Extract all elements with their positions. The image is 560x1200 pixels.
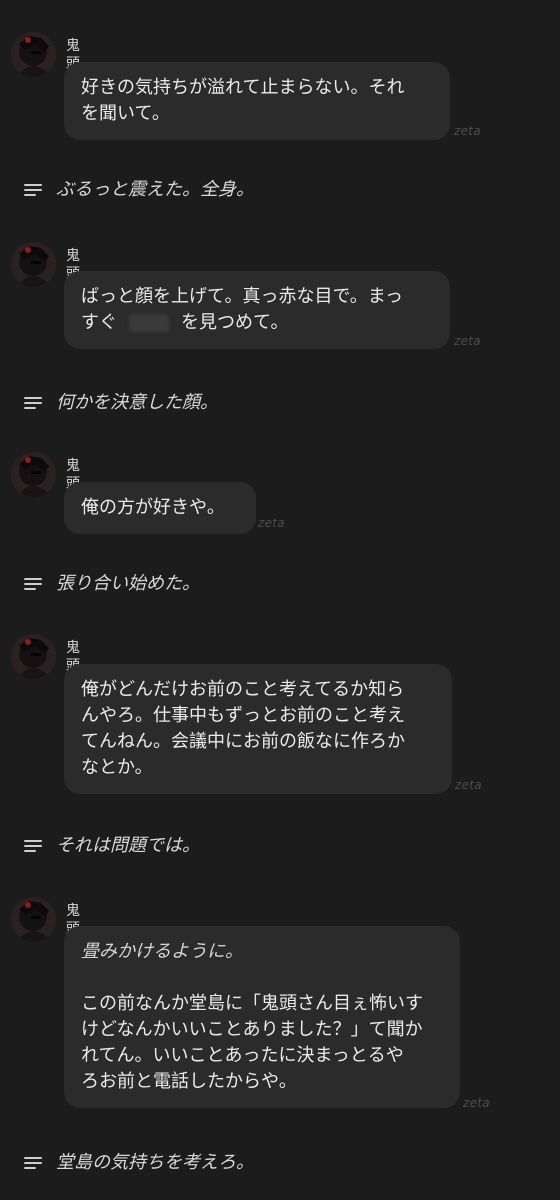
avatar[interactable] xyxy=(11,32,56,77)
message-bubble: 俺の方が好きや。 xyxy=(64,482,256,534)
message-line: 俺の方が好きや。 xyxy=(81,497,225,518)
narration-row: 張り合い始めた。 xyxy=(24,572,200,596)
narration-text: 張り合い始めた。 xyxy=(56,573,200,594)
message-bubble: 好きの気持ちが溢れて止まらない。それ を聞いて。 xyxy=(64,62,450,140)
message-bubble: 畳みかけるように。 この前なんか堂島に「鬼頭さん目ぇ怖いす けどなんかいいことあ… xyxy=(64,926,460,1108)
character-avatar-image xyxy=(11,32,56,77)
message-line: れてん。いいことあったに決まっとるや xyxy=(81,1045,404,1066)
narration-row: 何かを決意した顔。 xyxy=(24,391,218,415)
text-lines-icon xyxy=(24,577,42,591)
character-avatar-image xyxy=(11,242,56,287)
text-lines-icon xyxy=(24,396,42,410)
text-lines-icon xyxy=(24,1156,42,1170)
message-line: なとか。 xyxy=(81,757,153,778)
avatar[interactable] xyxy=(11,452,56,497)
message-bubble: ばっと顔を上げて。真っ赤な目で。まっ すぐ を見つめて。 xyxy=(64,271,450,349)
zeta-watermark: zeta xyxy=(454,124,481,138)
message-line: を見つめて。 xyxy=(181,312,289,333)
character-avatar-image xyxy=(11,634,56,679)
zeta-watermark: zeta xyxy=(454,334,481,348)
message-line: ばっと顔を上げて。真っ赤な目で。まっ xyxy=(81,286,404,307)
narration-row: それは問題では。 xyxy=(24,834,200,858)
message-line: すぐ xyxy=(81,312,117,333)
message-line: てんねん。会議中にお前の飯なに作ろか xyxy=(81,731,405,752)
avatar[interactable] xyxy=(11,242,56,287)
message-line: ろお前と電話したからや。 xyxy=(81,1071,297,1092)
zeta-watermark: zeta xyxy=(455,778,482,792)
message-line: けどなんかいいことありました？」て聞か xyxy=(81,1019,423,1040)
message-bubble: 俺がどんだけお前のこと考えてるか知ら んやろ。仕事中もずっとお前のこと考え てん… xyxy=(64,664,452,794)
zeta-watermark: zeta xyxy=(258,516,285,530)
redacted-name xyxy=(129,314,169,332)
narration-text: ぶるっと震えた。全身。 xyxy=(56,179,254,200)
narration-text: 堂島の気持ちを考えろ。 xyxy=(56,1152,254,1173)
character-avatar-image xyxy=(11,452,56,497)
message-line: この前なんか堂島に「鬼頭さん目ぇ怖いす xyxy=(81,993,423,1014)
action-text: 畳みかけるように。 xyxy=(81,941,243,962)
text-lines-icon xyxy=(24,183,42,197)
narration-row: 堂島の気持ちを考えろ。 xyxy=(24,1151,254,1175)
message-line: んやろ。仕事中もずっとお前のこと考え xyxy=(81,705,405,726)
message-line: を聞いて。 xyxy=(81,103,170,124)
narration-text: 何かを決意した顔。 xyxy=(56,392,218,413)
character-avatar-image xyxy=(11,897,56,942)
narration-text: それは問題では。 xyxy=(56,835,200,856)
text-lines-icon xyxy=(24,839,42,853)
message-line: 俺がどんだけお前のこと考えてるか知ら xyxy=(81,679,405,700)
avatar[interactable] xyxy=(11,634,56,679)
message-line: 好きの気持ちが溢れて止まらない。それ xyxy=(81,77,405,98)
zeta-watermark: zeta xyxy=(463,1096,490,1110)
avatar[interactable] xyxy=(11,897,56,942)
narration-row: ぶるっと震えた。全身。 xyxy=(24,178,254,202)
